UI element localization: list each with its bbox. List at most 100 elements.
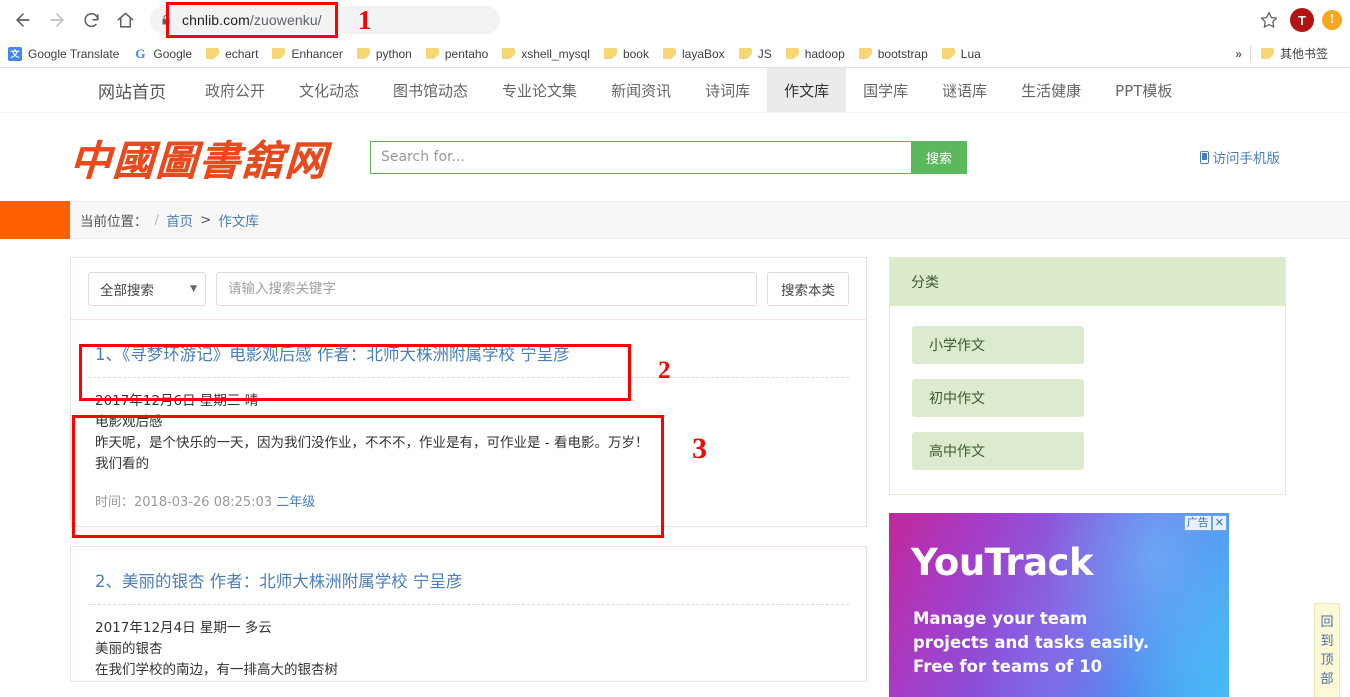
bookmark-layabox[interactable]: layaBox <box>662 46 725 61</box>
bookmark-other-bookmarks[interactable]: 其他书签 <box>1260 45 1328 62</box>
article-title-link[interactable]: 2、美丽的银杏 作者：北师大株洲附属学校 宁呈彦 <box>88 561 849 604</box>
search-button[interactable]: 搜索 <box>911 140 967 174</box>
bookmark-xshell-mysql[interactable]: xshell_mysql <box>502 47 590 61</box>
site-logo[interactable]: 中國圖書舘网 <box>68 127 361 187</box>
folder-icon <box>858 48 872 59</box>
nav-item-health[interactable]: 生活健康 <box>1004 68 1098 112</box>
folder-icon <box>272 48 286 59</box>
reload-icon[interactable] <box>76 5 106 35</box>
bookmark-label: xshell_mysql <box>521 46 590 61</box>
category-card-title: 分类 <box>890 258 1285 306</box>
bookmark-label: pentaho <box>444 46 489 61</box>
article-column: 全部搜索 ▼ 搜索本类 1、《寻梦环游记》电影观后感 作者：北师大株洲附属学校 … <box>70 257 867 697</box>
bookmark-google[interactable]: G Google <box>133 46 192 61</box>
bookmarks-overflow-icon[interactable]: » <box>1227 47 1250 61</box>
article-time-label: 时间： <box>95 495 135 510</box>
nav-item-essays[interactable]: 作文库 <box>767 68 847 112</box>
bookmark-label: Google Translate <box>28 46 120 61</box>
folder-icon <box>603 48 617 59</box>
bookmark-echart[interactable]: echart <box>206 47 258 61</box>
breadcrumb-slash: / <box>154 212 160 228</box>
category-tag-primary[interactable]: 小学作文 <box>912 326 1084 364</box>
star-icon[interactable] <box>1256 7 1282 33</box>
nav-item-papers[interactable]: 专业论文集 <box>485 68 594 112</box>
bookmark-label: hadoop <box>804 46 845 61</box>
nav-item-home[interactable]: 网站首页 <box>98 68 188 112</box>
article-divider <box>88 604 849 605</box>
address-bar[interactable]: chnlib.com/zuowenku/ <box>150 6 500 34</box>
bookmark-label: Enhancer <box>291 46 343 61</box>
folder-icon <box>662 48 676 59</box>
folder-icon <box>206 48 220 59</box>
folder-icon <box>941 48 955 59</box>
bookmark-label: 其他书签 <box>1279 47 1328 61</box>
bookmark-lua[interactable]: Lua <box>941 47 981 61</box>
back-arrow-icon[interactable] <box>8 5 38 35</box>
mobile-phone-icon <box>1199 150 1209 164</box>
bookmarks-divider <box>1249 45 1251 62</box>
folder-icon <box>425 48 439 59</box>
search-input[interactable] <box>370 140 911 174</box>
advertisement-banner[interactable]: 广告 ✕ YouTrack Manage your team projects … <box>889 513 1229 697</box>
bookmark-label: python <box>375 46 412 61</box>
article-meta: 时间：2018-03-26 08:25:03 二年级 <box>88 491 849 510</box>
nav-item-poetry[interactable]: 诗词库 <box>688 68 767 112</box>
ad-subtitle: Manage your team projects and tasks easi… <box>913 609 1150 676</box>
ad-title: YouTrack <box>911 541 1094 584</box>
bookmark-python[interactable]: python <box>356 46 412 61</box>
forward-arrow-icon[interactable] <box>42 5 72 35</box>
nav-item-library-news[interactable]: 图书馆动态 <box>376 68 485 112</box>
category-tag-senior[interactable]: 高中作文 <box>912 432 1084 470</box>
article-item: 2、美丽的银杏 作者：北师大株洲附属学校 宁呈彦 2017年12月4日 星期一 … <box>70 546 867 682</box>
mobile-version-link[interactable]: 访问手机版 <box>1199 147 1280 167</box>
folder-icon <box>738 48 752 59</box>
bookmark-label: JS <box>757 46 772 61</box>
nav-item-government[interactable]: 政府公开 <box>188 68 282 112</box>
bookmark-google-translate[interactable]: 文 Google Translate <box>8 46 120 61</box>
ad-close-icon[interactable]: ✕ <box>1211 515 1227 531</box>
category-search-button[interactable]: 搜索本类 <box>767 271 849 306</box>
bookmark-label: layaBox <box>681 46 725 61</box>
breadcrumb-label: 当前位置： <box>80 214 148 230</box>
article-title-link[interactable]: 1、《寻梦环游记》电影观后感 作者：北师大株洲附属学校 宁呈彦 <box>88 334 849 377</box>
nav-item-sinology[interactable]: 国学库 <box>846 68 925 112</box>
keyword-input[interactable] <box>216 271 757 306</box>
google-translate-icon: 文 <box>8 46 22 61</box>
bookmark-bootstrap[interactable]: bootstrap <box>858 46 928 61</box>
home-icon[interactable] <box>110 5 140 35</box>
category-tag-junior[interactable]: 初中作文 <box>912 379 1084 417</box>
breadcrumb-current-link[interactable]: 作文库 <box>218 210 259 230</box>
bookmark-enhancer[interactable]: Enhancer <box>272 46 343 61</box>
nav-item-news[interactable]: 新闻资讯 <box>594 68 688 112</box>
nav-item-ppt-templates[interactable]: PPT模板 <box>1098 68 1189 112</box>
toolbar-right-group: T ! <box>1256 7 1342 33</box>
article-body-line: 美丽的银杏 <box>95 641 163 657</box>
article-body-line: 我们看的 <box>95 456 149 472</box>
folder-icon <box>356 48 370 59</box>
breadcrumb-home-link[interactable]: 首页 <box>166 210 193 230</box>
search-scope-select[interactable]: 全部搜索 ▼ <box>88 271 206 306</box>
bookmarks-bar: 文 Google Translate G Google echart Enhan… <box>0 40 1350 68</box>
site-header: 中國圖書舘网 搜索 访问手机版 <box>0 113 1350 201</box>
warning-badge-icon[interactable]: ! <box>1322 10 1342 30</box>
article-grade-link[interactable]: 二年级 <box>276 495 315 510</box>
bookmark-book[interactable]: book <box>603 47 649 61</box>
lock-icon <box>160 13 174 27</box>
page-content: 网站首页 政府公开 文化动态 图书馆动态 专业论文集 新闻资讯 诗词库 作文库 … <box>0 68 1350 697</box>
category-filter-panel: 全部搜索 ▼ 搜索本类 <box>70 257 867 320</box>
article-body-line: 2017年12月4日 星期一 多云 <box>95 620 272 636</box>
site-navigation: 网站首页 政府公开 文化动态 图书馆动态 专业论文集 新闻资讯 诗词库 作文库 … <box>0 68 1350 113</box>
article-body-line: 2017年12月6日 星期三 晴 <box>95 393 259 409</box>
folder-icon <box>785 48 799 59</box>
bookmark-js[interactable]: JS <box>738 46 772 61</box>
nav-item-riddles[interactable]: 谜语库 <box>925 68 1004 112</box>
bookmark-label: bootstrap <box>877 46 928 61</box>
profile-avatar[interactable]: T <box>1290 8 1314 32</box>
bookmark-pentaho[interactable]: pentaho <box>425 46 489 61</box>
nav-item-culture[interactable]: 文化动态 <box>282 68 376 112</box>
search-scope-value: 全部搜索 <box>100 282 154 299</box>
category-card: 分类 小学作文 初中作文 高中作文 <box>889 257 1286 495</box>
article-body-line: 电影观后感 <box>95 414 163 430</box>
back-to-top-button[interactable]: 回到顶部 <box>1314 603 1340 697</box>
bookmark-hadoop[interactable]: hadoop <box>785 46 845 61</box>
